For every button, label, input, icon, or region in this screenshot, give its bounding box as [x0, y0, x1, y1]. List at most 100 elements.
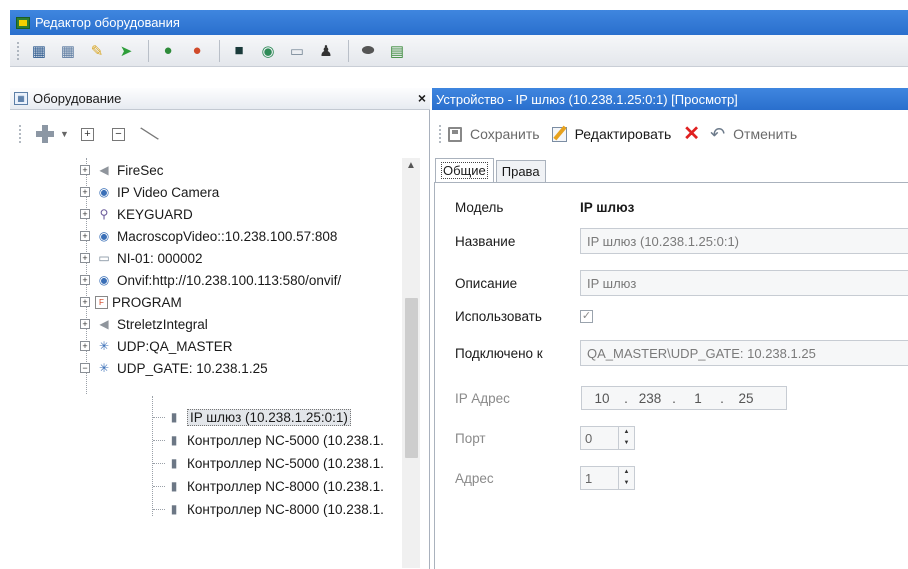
tree-node[interactable]: + ◉ MacroscopVideo::10.238.100.57:808 — [80, 225, 337, 247]
table-icon[interactable]: ▦ — [55, 39, 81, 63]
address-value: 1 — [585, 470, 593, 486]
save-icon — [448, 126, 462, 142]
collapse-all-button[interactable]: − — [111, 127, 125, 141]
camera-icon: ◉ — [98, 273, 110, 287]
connected-row: Подключено к QA_MASTER\UDP_GATE: 10.238.… — [455, 340, 908, 366]
toolbar-grip[interactable] — [18, 124, 22, 144]
tree-node[interactable]: + ◀ StreletzIntegral — [80, 313, 208, 335]
expand-icon[interactable]: + — [80, 231, 90, 241]
tab-rights[interactable]: Права — [495, 160, 546, 182]
expand-icon[interactable]: + — [80, 275, 90, 285]
tree-node[interactable]: + ◉ IP Video Camera — [80, 181, 219, 203]
pill-icon[interactable]: ⬬ — [355, 39, 381, 63]
tree-node[interactable]: + ✳ UDP:QA_MASTER — [80, 335, 233, 357]
main-toolbar: ▦ ▦ ✎ ➤ ● ● ■ ◉ ▭ ♟ ⬬ ▤ — [10, 35, 908, 67]
group-icon[interactable]: ◉ — [255, 39, 281, 63]
expand-icon[interactable]: + — [80, 209, 90, 219]
device-tabs: Общие Права — [435, 158, 548, 182]
expand-icon[interactable]: + — [80, 165, 90, 175]
person-icon[interactable]: ♟ — [313, 39, 339, 63]
description-field[interactable]: IP шлюз — [580, 270, 908, 296]
port-stepper[interactable]: 0 ▲ ▼ — [580, 426, 635, 450]
drive-icon: ▭ — [98, 251, 110, 265]
tree-child-node[interactable]: ▮ Контроллер NC-8000 (10.238.1. — [153, 498, 384, 520]
tree-scrollbar[interactable]: ▲ — [402, 158, 420, 568]
tree-child-node[interactable]: ▮ Контроллер NC-5000 (10.238.1. — [153, 452, 384, 474]
name-row: Название IP шлюз (10.238.1.25:0:1) — [455, 228, 908, 254]
tree-node[interactable]: + F PROGRAM — [80, 291, 182, 313]
edit-icon — [551, 126, 567, 142]
connected-field[interactable]: QA_MASTER\UDP_GATE: 10.238.1.25 — [580, 340, 908, 366]
address-stepper[interactable]: 1 ▲ ▼ — [580, 466, 635, 490]
tree-node[interactable]: + ▭ NI-01: 000002 — [80, 247, 203, 269]
equipment-pane-title: Оборудование — [33, 91, 122, 106]
ip-label: IP Адрес — [455, 390, 510, 406]
edit-button[interactable]: Редактировать — [551, 126, 671, 142]
spin-down-icon[interactable]: ▼ — [619, 478, 634, 489]
scroll-thumb[interactable] — [405, 298, 418, 458]
card-icon[interactable]: ▤ — [384, 39, 410, 63]
tree-child-node[interactable]: ▮ IP шлюз (10.238.1.25:0:1) — [153, 406, 351, 428]
monitor-icon[interactable]: ■ — [226, 39, 252, 63]
camera-icon: ◉ — [98, 229, 110, 243]
equipment-tree: + ◀ FireSec + ◉ IP Video Camera + ⚲ KEYG… — [10, 158, 402, 568]
window-titlebar: Редактор оборудования — [10, 10, 908, 35]
description-row: Описание IP шлюз — [455, 270, 908, 296]
expand-icon[interactable]: + — [80, 187, 90, 197]
expand-icon[interactable]: + — [80, 319, 90, 329]
chevron-down-icon[interactable]: ▼ — [60, 129, 69, 139]
expand-icon[interactable]: + — [80, 297, 90, 307]
controller-icon: ▮ — [170, 433, 178, 447]
equipment-toolbar: ▼ + − ╲ — [10, 116, 430, 152]
toolbar-separator — [148, 39, 149, 62]
description-label: Описание — [455, 275, 518, 291]
close-pane-button[interactable]: × — [418, 90, 426, 106]
network-icon: ✳ — [98, 361, 110, 375]
tree-child-node[interactable]: ▮ Контроллер NC-5000 (10.238.1. — [153, 429, 384, 451]
window-title: Редактор оборудования — [35, 15, 180, 30]
drive-icon[interactable]: ▭ — [284, 39, 310, 63]
name-label: Название — [455, 233, 516, 249]
tree-child-node[interactable]: ▮ Контроллер NC-8000 (10.238.1. — [153, 475, 384, 497]
address-row: Адрес 1 ▲ ▼ — [455, 466, 635, 490]
tab-general[interactable]: Общие — [435, 158, 494, 182]
note-icon[interactable]: ✎ — [84, 39, 110, 63]
controller-icon: ▮ — [170, 502, 178, 516]
device-pane-title: Устройство - IP шлюз (10.238.1.25:0:1) [… — [436, 91, 738, 107]
ip-address-field[interactable]: 10 . 238 . 1 . 25 — [581, 386, 787, 410]
tree-view-icon[interactable]: ▦ — [26, 39, 52, 63]
use-row: Использовать ✓ — [455, 309, 593, 324]
cancel-button[interactable]: ✕ ↶ Отменить — [683, 124, 797, 145]
save-button[interactable]: Сохранить — [448, 126, 540, 142]
toolbar-grip[interactable] — [16, 40, 20, 61]
collapse-icon[interactable]: − — [80, 363, 90, 373]
network-icon: ✳ — [98, 339, 110, 353]
port-value: 0 — [585, 430, 593, 446]
name-field[interactable]: IP шлюз (10.238.1.25:0:1) — [580, 228, 908, 254]
spin-up-icon[interactable]: ▲ — [619, 467, 634, 478]
plant-icon[interactable]: ➤ — [113, 39, 139, 63]
spin-down-icon[interactable]: ▼ — [619, 438, 634, 449]
port-label: Порт — [455, 430, 486, 446]
use-label: Использовать — [455, 309, 542, 324]
equipment-pane-header: ▦ Оборудование × — [10, 88, 430, 110]
tree-node[interactable]: + ⚲ KEYGUARD — [80, 203, 193, 225]
spin-up-icon[interactable]: ▲ — [619, 427, 634, 438]
use-checkbox[interactable]: ✓ — [580, 310, 593, 323]
toolbar-grip[interactable] — [438, 124, 442, 144]
expand-icon[interactable]: + — [80, 341, 90, 351]
users-icon[interactable]: ● — [184, 39, 210, 63]
tree-node[interactable]: − ✳ UDP_GATE: 10.238.1.25 — [80, 357, 268, 379]
app-icon — [16, 16, 30, 29]
wrench-icon[interactable]: ╲ — [141, 123, 159, 145]
tree-node[interactable]: + ◉ Onvif:http://10.238.100.113:580/onvi… — [80, 269, 341, 291]
close-icon: ✕ — [683, 123, 701, 145]
user-icon[interactable]: ● — [155, 39, 181, 63]
expand-icon[interactable]: + — [80, 253, 90, 263]
scroll-up-icon[interactable]: ▲ — [402, 160, 420, 176]
tree-node[interactable]: + ◀ FireSec — [80, 159, 164, 181]
gateway-device-icon: ▮ — [170, 410, 178, 424]
add-device-button[interactable] — [34, 123, 56, 145]
expand-all-button[interactable]: + — [80, 127, 94, 141]
program-icon: F — [95, 295, 108, 309]
